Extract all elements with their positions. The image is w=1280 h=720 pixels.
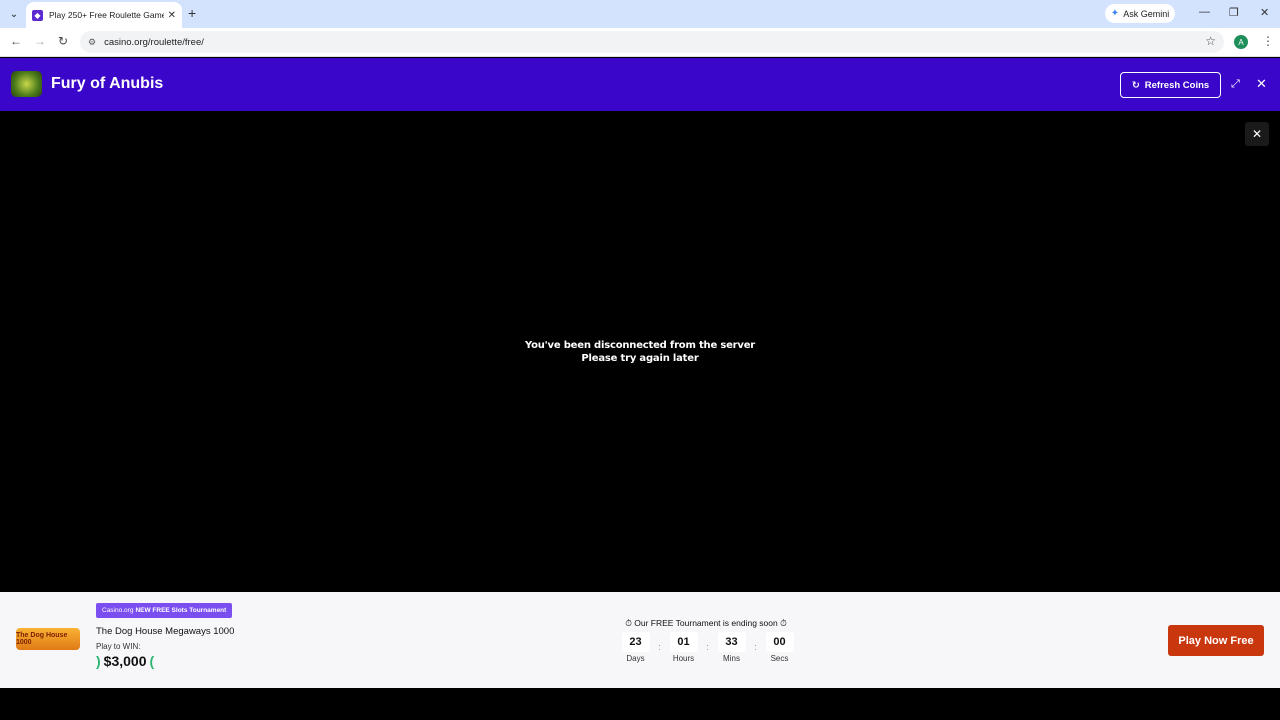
bookmark-star-icon[interactable]: ☆ [1205,34,1216,48]
minimize-icon[interactable]: — [1199,6,1210,18]
tab-search-chevron-icon[interactable]: ⌄ [5,5,23,23]
stopwatch-icon: ⏱ [780,618,787,628]
countdown-separator: : [658,642,661,652]
forward-arrow-icon[interactable]: → [34,34,46,48]
refresh-coins-label: Refresh Coins [1144,79,1210,91]
address-bar[interactable]: ⚙ casino.org/roulette/free/ ☆ [80,31,1224,53]
promo-game-name: The Dog House Megaways 1000 [96,626,235,637]
countdown-hours: 01 Hours [669,632,698,663]
countdown-value: 23 [621,632,650,652]
game-overlay-close-icon[interactable]: ✕ [1245,122,1269,146]
reload-icon[interactable]: ↻ [58,34,68,48]
countdown-secs: 00 Secs [765,632,794,663]
refresh-coins-button[interactable]: ↻ Refresh Coins [1120,72,1221,98]
new-tab-icon[interactable]: + [188,6,196,20]
window-close-icon[interactable]: ✕ [1260,6,1269,19]
countdown-separator: : [754,642,757,652]
countdown-separator: : [706,642,709,652]
profile-avatar[interactable]: A [1234,35,1248,49]
play-now-free-button[interactable]: Play Now Free [1168,625,1264,656]
countdown-timer: 23 Days : 01 Hours : 33 Mins : 00 Secs [621,632,794,663]
gemini-sparkle-icon: ✦ [1110,8,1120,19]
bracket-right-icon: ( [149,653,155,669]
countdown-label: Days [626,654,645,663]
countdown-value: 01 [669,632,698,652]
fullscreen-icon[interactable]: ⤢ [1231,78,1240,91]
game-header: Fury of Anubis ↻ Refresh Coins ⤢ ✕ [0,58,1280,111]
browser-tab[interactable]: ◆ Play 250+ Free Roulette Games ✕ [26,2,182,28]
game-title: Fury of Anubis [51,75,164,92]
site-info-icon[interactable]: ⚙ [88,37,96,48]
tab-title: Play 250+ Free Roulette Games [49,10,164,20]
disconnect-line-1: You've been disconnected from the server [524,340,756,351]
tournament-badge: Casino.org NEW FREE Slots Tournament [96,603,233,618]
countdown-title-text: Our FREE Tournament is ending soon [634,618,778,628]
countdown-title: ⏱ Our FREE Tournament is ending soon ⏱ [560,618,852,629]
countdown-value: 33 [717,632,746,652]
back-arrow-icon[interactable]: ← [10,34,22,48]
bracket-left-icon: ) [96,653,101,669]
prize-amount: $3,000 [103,653,147,669]
disconnect-message: You've been disconnected from the server… [0,339,1280,365]
countdown-days: 23 Days [621,632,650,663]
close-game-icon[interactable]: ✕ [1256,76,1267,92]
browser-tab-strip: ⌄ ◆ Play 250+ Free Roulette Games ✕ + ✦ … [0,0,1280,28]
badge-brand: Casino.org [102,607,134,614]
refresh-icon: ↻ [1131,79,1140,91]
countdown-label: Secs [770,654,789,663]
tournament-promo-bar: The Dog House 1000 Casino.org NEW FREE S… [0,592,1280,688]
ask-gemini-label: Ask Gemini [1123,8,1170,19]
disconnect-line-2: Please try again later [581,353,699,364]
tab-close-icon[interactable]: ✕ [168,10,176,21]
game-thumbnail [11,71,42,97]
dog-house-logo[interactable]: The Dog House 1000 [16,628,80,650]
stopwatch-icon: ⏱ [625,618,632,628]
browser-toolbar: ← → ↻ ⚙ casino.org/roulette/free/ ☆ A ⋮ [0,28,1280,57]
bottom-strip [0,688,1280,720]
promo-win-label: Play to WIN: [96,642,141,651]
countdown-label: Hours [672,654,695,663]
url-text: casino.org/roulette/free/ [104,36,204,48]
game-canvas: ✕ You've been disconnected from the serv… [0,111,1280,592]
promo-prize: ) $3,000 ( [96,653,154,669]
ask-gemini-button[interactable]: ✦ Ask Gemini [1105,4,1175,23]
badge-text: NEW FREE Slots Tournament [135,607,227,614]
countdown-value: 00 [765,632,794,652]
browser-menu-icon[interactable]: ⋮ [1262,34,1274,48]
countdown-mins: 33 Mins [717,632,746,663]
countdown-label: Mins [723,654,740,663]
casino-favicon-icon: ◆ [32,9,43,21]
restore-icon[interactable]: ❐ [1229,6,1239,19]
